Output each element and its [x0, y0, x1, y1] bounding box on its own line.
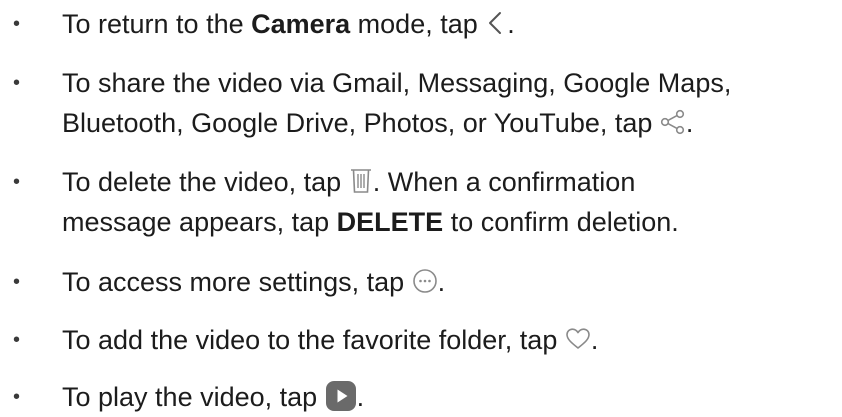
item-bold-text: Camera	[251, 9, 351, 39]
item-text: To return to the	[62, 9, 252, 39]
item-text: To share the video via Gmail, Messaging,…	[62, 68, 732, 98]
item-text: .	[507, 9, 515, 39]
item-text: .	[437, 267, 446, 297]
play-icon	[325, 380, 357, 412]
item-text: To delete the video, tap	[62, 167, 349, 197]
item-text: .	[590, 325, 599, 355]
item-text: To access more settings, tap	[62, 267, 412, 297]
heart-icon	[565, 327, 591, 351]
item-text: mode, tap	[350, 9, 486, 39]
instruction-list: • To return to the Camera mode, tap . • …	[0, 0, 842, 417]
bullet: •	[13, 271, 21, 293]
bullet: •	[13, 171, 21, 193]
item-text: to confirm deletion.	[443, 207, 679, 237]
bullet: •	[13, 329, 21, 351]
item-text: .	[685, 108, 694, 138]
item-text: . When a confirmation	[372, 167, 636, 197]
bullet: •	[13, 72, 21, 94]
share-icon	[660, 109, 686, 135]
back-chevron-icon	[485, 10, 507, 36]
bullet: •	[13, 13, 21, 35]
trash-icon	[349, 167, 373, 195]
item-text: Bluetooth, Google Drive, Photos, or YouT…	[62, 108, 660, 138]
item-bold-text: DELETE	[336, 207, 444, 237]
item-text: .	[356, 382, 365, 412]
bullet: •	[13, 386, 21, 408]
item-text: To add the video to the favorite folder,…	[62, 325, 565, 355]
item-text: To play the video, tap	[62, 382, 325, 412]
more-options-icon	[412, 268, 438, 294]
item-text: message appears, tap	[62, 207, 337, 237]
